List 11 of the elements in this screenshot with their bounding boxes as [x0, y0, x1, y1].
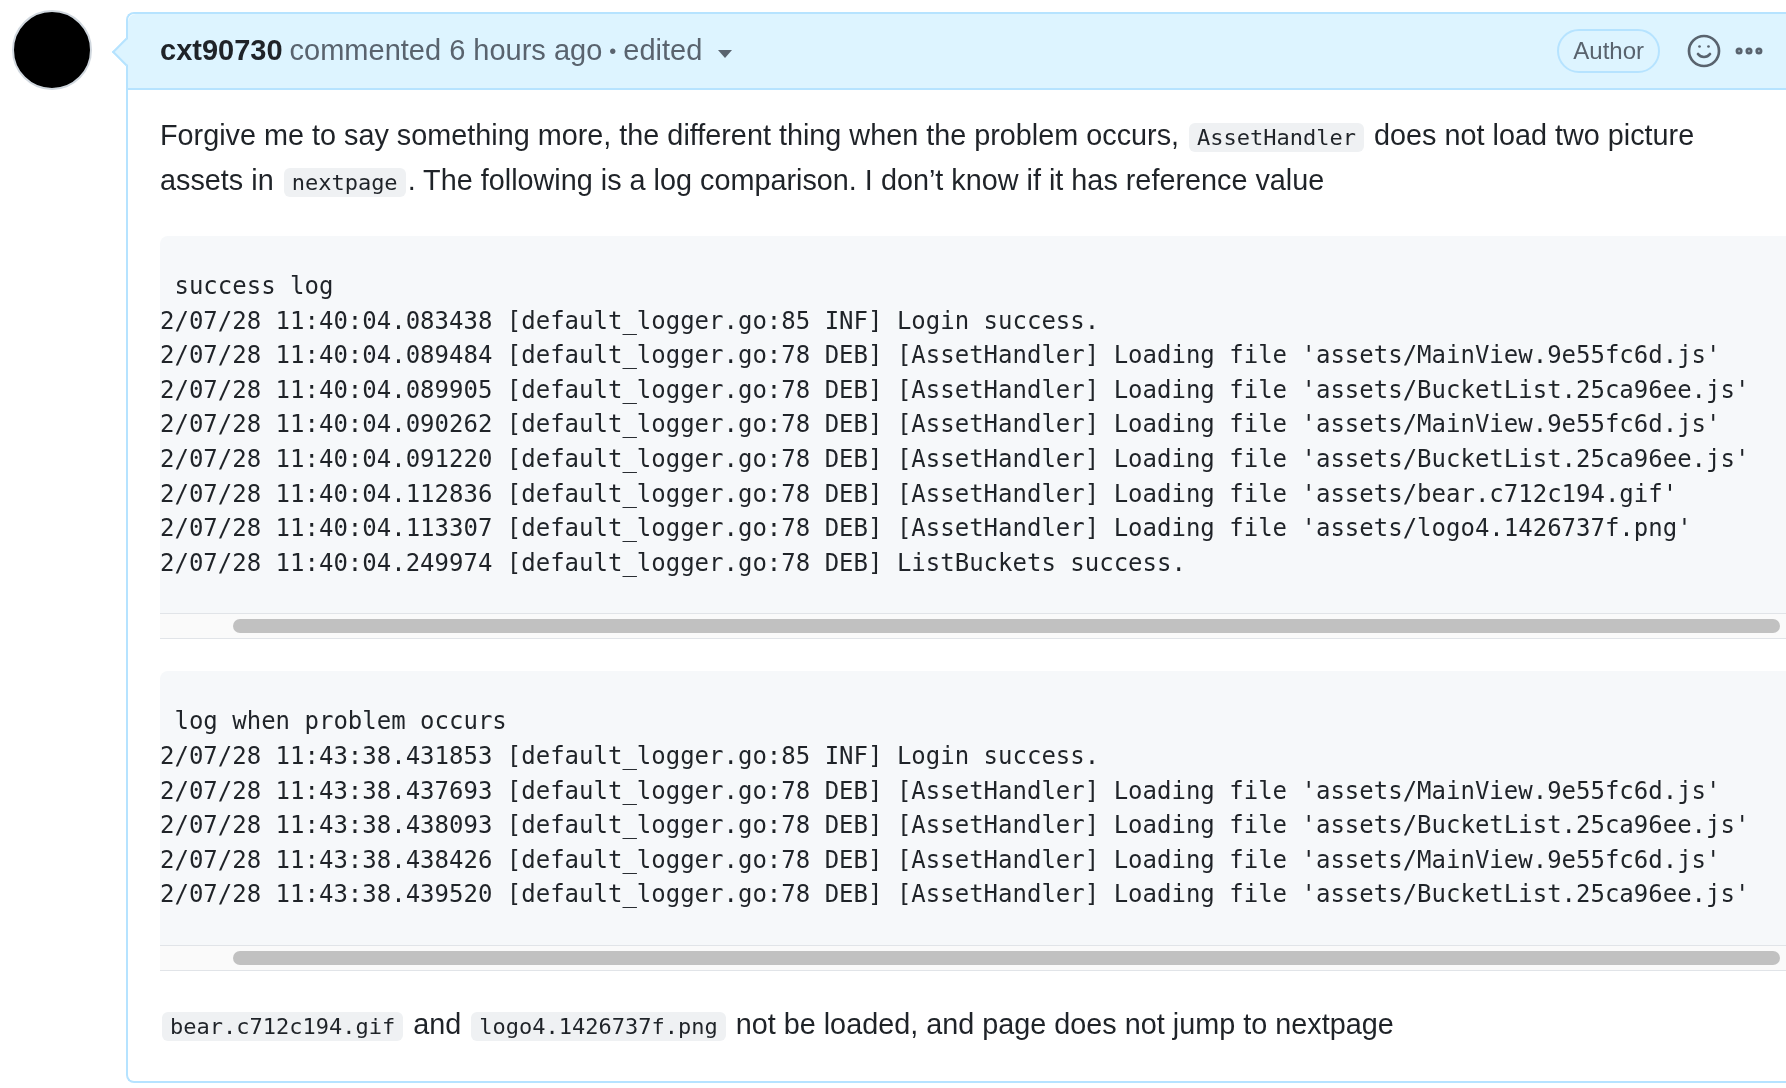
emoji-reaction-icon[interactable] [1686, 33, 1722, 69]
comment-text: Forgive me to say something more, the different thing when the problem occurs, AssetHandler does not load two picture assets in nextpage . The following is a log comparison. I don’t know if it has reference value [160, 118, 1696, 199]
log-text: success log 2/07/28 11:40:04.083438 [default_logger.go:85 INF] Login success. 2/07/28 11:40:04.089484 [default_logger.go:78 DEB] [AssetHandler] Loading file 'assets/MainView.9e55fc6d.js' 2/07/28 11:40:04.089905 [default_logger.go:78 DEB] [AssetHandler] Loading file 'assets/BucketList.25ca96ee.js' 2/07/28 11:40:04.090262 [default_logger.go:78 DEB] [AssetHandler] Loading file 'assets/MainView.9e55fc6d.js' 2/07/28 11:40:04.091220 [default_logger.go:78 DEB] [AssetHandler] Loading file 'assets/BucketList.25ca96ee.js' 2/07/28 11:40:04.112836 [default_logger.go:78 DEB] [AssetHandler] Loading file 'assets/bear.c712c194.gif' 2/07/28 11:40:04.113307 [default_logger.go:78 DEB] [AssetHandler] Loading file 'assets/logo4.1426737f.png' 2/07/28 11:40:04.249974 [default_logger.go:78 DEB] ListBuckets success. [160, 271, 1750, 579]
edited-label[interactable]: edited [623, 29, 703, 73]
author-badge: Author [1557, 29, 1660, 73]
caret-icon[interactable] [718, 50, 733, 58]
author-name[interactable]: cxt90730 [160, 29, 283, 73]
comment-text: bear.c712c194.gif and logo4.1426737f.png not be loaded, and page does not jump to nextpage [160, 1002, 1786, 1048]
comment-time: commented 6 hours ago [289, 33, 603, 69]
separator-dot: • [609, 39, 617, 64]
log-text: log when problem occurs 2/07/28 11:43:38.431853 [default_logger.go:85 INF] Login success. 2/07/28 11:43:38.437693 [default_logger.go:78 DEB] [AssetHandler] Loading file 'assets/MainView.9e55fc6d.js' 2/07/28 11:43:38.438093 [default_logger.go:78 DEB] [AssetHandler] Loading file 'assets/BucketList.25ca96ee.js' 2/07/28 11:43:38.438426 [default_logger.go:78 DEB] [AssetHandler] Loading file 'assets/MainView.9e55fc6d.js' 2/07/28 11:43:38.439520 [default_logger.go:78 DEB] [AssetHandler] Loading file 'assets/BucketList.25ca96ee.js' [160, 706, 1750, 911]
